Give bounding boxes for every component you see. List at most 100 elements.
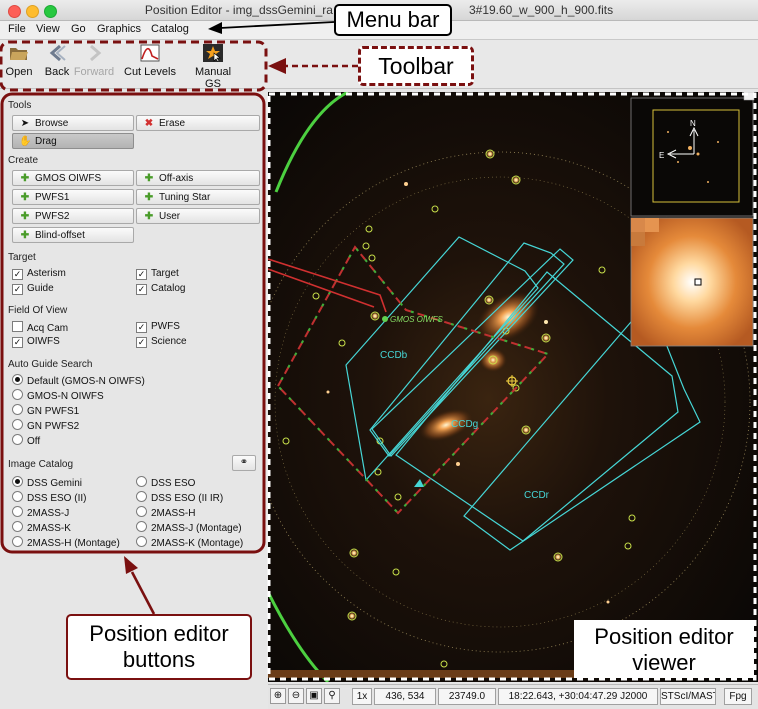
pwfs2-button[interactable]: ✚ PWFS2 bbox=[12, 208, 134, 224]
open-label: Open bbox=[5, 66, 33, 78]
back-button[interactable]: Back bbox=[42, 44, 72, 78]
target-heading: Target bbox=[8, 252, 36, 263]
auto-guide-pwfs1-radio[interactable]: GN PWFS1 bbox=[12, 404, 79, 418]
checkmark-icon: ✓ bbox=[12, 284, 23, 295]
catalog-2mass-j-montage-label: 2MASS-J (Montage) bbox=[151, 523, 242, 534]
histogram-icon bbox=[140, 44, 160, 62]
menu-file[interactable]: File bbox=[8, 23, 26, 35]
ccdb-label: CCDb bbox=[380, 350, 408, 361]
cut-levels-label: Cut Levels bbox=[124, 66, 176, 78]
auto-guide-default-radio[interactable]: Default (GMOS-N OIWFS) bbox=[12, 374, 145, 388]
pwfs2-label: PWFS2 bbox=[35, 211, 70, 222]
pixel-value: 23749.0 bbox=[438, 688, 496, 705]
zoom-fit-button[interactable]: ▣ bbox=[306, 688, 322, 704]
arrow-forward-icon bbox=[90, 44, 102, 62]
erase-label: Erase bbox=[159, 118, 186, 129]
catalog-checkbox[interactable]: ✓ Catalog bbox=[136, 283, 185, 295]
catalog-settings-button[interactable]: ⚭ bbox=[232, 455, 256, 471]
catalog-2mass-j-montage-radio[interactable]: 2MASS-J (Montage) bbox=[136, 521, 242, 535]
catalog-2mass-h-radio[interactable]: 2MASS-H bbox=[136, 506, 195, 520]
tuning-star-label: Tuning Star bbox=[159, 192, 211, 203]
checkmark-icon: ✓ bbox=[136, 284, 147, 295]
asterism-checkbox[interactable]: ✓ Asterism bbox=[12, 268, 66, 280]
gmos-oiwfs-button[interactable]: ✚ GMOS OIWFS bbox=[12, 170, 134, 186]
menu-go[interactable]: Go bbox=[71, 23, 86, 35]
user-button[interactable]: ✚ User bbox=[136, 208, 260, 224]
catalog-2mass-j-label: 2MASS-J bbox=[27, 508, 70, 519]
editor-buttons-callout: Position editor buttons bbox=[66, 614, 252, 680]
forward-button[interactable]: Forward bbox=[72, 44, 116, 78]
pixel-coordinates: 436, 534 bbox=[374, 688, 436, 705]
catalog-2mass-h-label: 2MASS-H bbox=[151, 508, 196, 519]
auto-guide-pwfs2-label: GN PWFS2 bbox=[27, 421, 80, 432]
catalog-2mass-k-montage-label: 2MASS-K (Montage) bbox=[151, 538, 244, 549]
checkmark-icon: ✓ bbox=[12, 269, 23, 280]
catalog-dss-gemini-label: DSS Gemini bbox=[27, 478, 83, 489]
pan-window[interactable]: N E bbox=[630, 97, 754, 217]
target-checkbox[interactable]: ✓ Target bbox=[136, 268, 179, 280]
catalog-2mass-j-radio[interactable]: 2MASS-J bbox=[12, 506, 69, 520]
menu-graphics[interactable]: Graphics bbox=[97, 23, 141, 35]
auto-guide-gmos-radio[interactable]: GMOS-N OIWFS bbox=[12, 389, 104, 403]
image-catalog-heading: Image Catalog bbox=[8, 459, 74, 470]
oiwfs-checkbox[interactable]: ✓ OIWFS bbox=[12, 336, 60, 348]
drag-label: Drag bbox=[35, 136, 57, 147]
tuning-star-button[interactable]: ✚ Tuning Star bbox=[136, 189, 260, 205]
position-editor-viewer[interactable]: GMOS OIWFS CCDb CCDg CCDr N E bbox=[268, 92, 758, 682]
plus-icon: ✚ bbox=[144, 211, 154, 222]
pwfs-checkbox[interactable]: ✓ PWFS bbox=[136, 321, 180, 333]
asterism-label: Asterism bbox=[27, 268, 66, 279]
auto-guide-off-radio[interactable]: Off bbox=[12, 434, 40, 448]
browse-button[interactable]: ➤ Browse bbox=[12, 115, 134, 131]
plus-icon: ✚ bbox=[20, 173, 30, 184]
catalog-2mass-h-montage-radio[interactable]: 2MASS-H (Montage) bbox=[12, 536, 120, 550]
science-checkbox[interactable]: ✓ Science bbox=[136, 336, 187, 348]
open-button[interactable]: Open bbox=[4, 44, 34, 78]
drag-button[interactable]: ✋ Drag bbox=[12, 133, 134, 149]
fpg-indicator: Fpg bbox=[724, 688, 752, 705]
menu-catalog[interactable]: Catalog bbox=[151, 23, 189, 35]
sky-image[interactable]: GMOS OIWFS CCDb CCDg CCDr N E bbox=[268, 92, 758, 682]
zoom-in-button[interactable]: ⊕ bbox=[270, 688, 286, 704]
acq-cam-checkbox[interactable]: Acq Cam bbox=[12, 321, 68, 335]
catalog-2mass-k-montage-radio[interactable]: 2MASS-K (Montage) bbox=[136, 536, 243, 550]
gmos-oiwfs-image-label: GMOS OIWFS bbox=[390, 315, 444, 324]
browse-label: Browse bbox=[35, 118, 69, 129]
compass-north: N bbox=[690, 119, 696, 128]
pwfs1-button[interactable]: ✚ PWFS1 bbox=[12, 189, 134, 205]
zoom-out-button[interactable]: ⊖ bbox=[288, 688, 304, 704]
checkmark-icon: ✓ bbox=[136, 322, 147, 333]
window-title-tail: 3#19.60_w_900_h_900.fits bbox=[468, 3, 614, 17]
target-label: Target bbox=[151, 268, 179, 279]
blind-offset-button[interactable]: ✚ Blind-offset bbox=[12, 227, 134, 243]
catalog-2mass-h-montage-label: 2MASS-H (Montage) bbox=[27, 538, 120, 549]
catalog-dss-eso-label: DSS ESO bbox=[151, 478, 196, 489]
auto-guide-default-label: Default (GMOS-N OIWFS) bbox=[27, 376, 145, 387]
catalog-dss-eso-ii-ir-radio[interactable]: DSS ESO (II IR) bbox=[136, 491, 223, 505]
user-label: User bbox=[159, 211, 181, 222]
auto-guide-off-label: Off bbox=[27, 436, 41, 447]
auto-guide-pwfs2-radio[interactable]: GN PWFS2 bbox=[12, 419, 79, 433]
forward-label: Forward bbox=[73, 66, 115, 78]
pointer-icon: ➤ bbox=[20, 118, 30, 129]
catalog-dss-eso-radio[interactable]: DSS ESO bbox=[136, 476, 195, 490]
catalog-dss-eso-ii-label: DSS ESO (II) bbox=[27, 493, 87, 504]
checkmark-icon: ✓ bbox=[136, 269, 147, 280]
acq-cam-label: Acq Cam bbox=[27, 323, 69, 334]
auto-guide-gmos-label: GMOS-N OIWFS bbox=[27, 391, 104, 402]
catalog-dss-eso-ii-ir-label: DSS ESO (II IR) bbox=[151, 493, 224, 504]
manual-gs-button[interactable]: Manual GS bbox=[186, 44, 240, 90]
catalog-dss-gemini-radio[interactable]: DSS Gemini bbox=[12, 476, 82, 490]
ccdg-label: CCDg bbox=[451, 419, 478, 430]
catalog-dss-eso-ii-radio[interactable]: DSS ESO (II) bbox=[12, 491, 86, 505]
zoom-reset-button[interactable]: ⚲ bbox=[324, 688, 340, 704]
menu-view[interactable]: View bbox=[36, 23, 60, 35]
catalog-2mass-k-radio[interactable]: 2MASS-K bbox=[12, 521, 71, 535]
guide-checkbox[interactable]: ✓ Guide bbox=[12, 283, 54, 295]
erase-button[interactable]: ✖ Erase bbox=[136, 115, 260, 131]
off-axis-button[interactable]: ✚ Off-axis bbox=[136, 170, 260, 186]
plus-icon: ✚ bbox=[20, 192, 30, 203]
cut-levels-button[interactable]: Cut Levels bbox=[124, 44, 176, 78]
image-archive: STScI/MAST bbox=[660, 688, 716, 705]
viewer-status-bar: ⊕ ⊖ ▣ ⚲ 1x 436, 534 23749.0 18:22.643, +… bbox=[268, 684, 758, 709]
